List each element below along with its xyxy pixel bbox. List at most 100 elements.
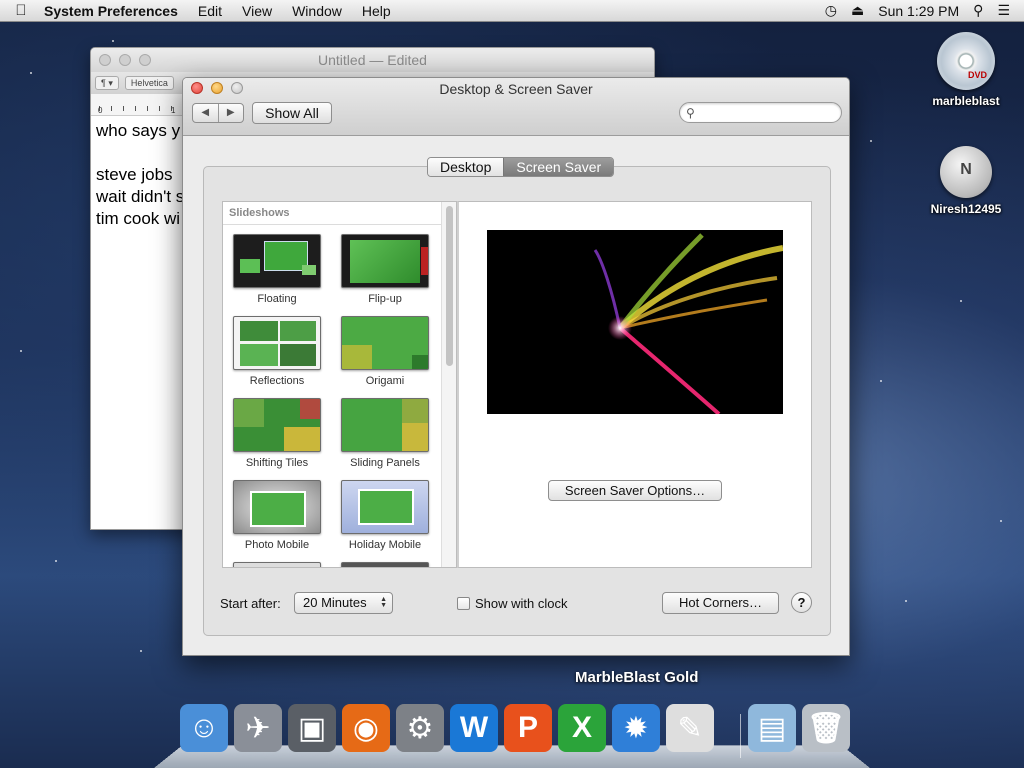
saver-label: Photo Mobile [244, 539, 310, 551]
show-with-clock-label[interactable]: Show with clock [475, 596, 567, 611]
menu-edit[interactable]: Edit [188, 3, 232, 19]
finder-icon[interactable]: ☺ [180, 704, 228, 752]
star [870, 140, 872, 142]
saver-label: Origami [365, 375, 405, 387]
prefs-titlebar[interactable]: Desktop & Screen Saver ◀ ▶ Show All ⚲ [183, 78, 849, 136]
tab-screen-saver[interactable]: Screen Saver [503, 158, 614, 176]
start-after-popup[interactable]: 20 Minutes ▲ ▼ [294, 592, 393, 614]
dvd-icon: DVD [937, 32, 995, 90]
dock-separator [740, 714, 741, 758]
menu-bar:  System Preferences Edit View Window He… [0, 0, 1024, 22]
star [112, 40, 114, 42]
image-capture-icon[interactable]: ▣ [288, 704, 336, 752]
star [905, 600, 907, 602]
menu-view[interactable]: View [232, 3, 282, 19]
star [55, 560, 57, 562]
saver-label: Flip-up [368, 293, 402, 305]
star [1000, 520, 1002, 522]
star [20, 350, 22, 352]
trash-icon[interactable]: 🗑 [802, 704, 850, 752]
firefox-icon[interactable]: ◉ [342, 704, 390, 752]
spotlight-search-icon[interactable]: ⚲ [973, 2, 983, 19]
show-with-clock-checkbox[interactable] [457, 597, 470, 610]
star [30, 72, 32, 74]
downloads-folder-icon[interactable]: ▤ [748, 704, 796, 752]
tab-bar: Desktop Screen Saver [427, 157, 615, 177]
back-arrow-icon[interactable]: ◀ [193, 104, 218, 122]
launchpad-icon[interactable]: ✈ [234, 704, 282, 752]
saver-partial-row[interactable] [331, 562, 439, 567]
word-icon[interactable]: W [450, 704, 498, 752]
menu-help[interactable]: Help [352, 3, 401, 19]
saver-thumbnail [233, 234, 321, 288]
saver-thumbnail [341, 562, 429, 567]
forward-arrow-icon[interactable]: ▶ [217, 104, 244, 122]
saver-shifting-tiles[interactable]: Shifting Tiles [223, 398, 331, 469]
textedit-titlebar[interactable]: Untitled — Edited [91, 48, 654, 72]
search-icon: ⚲ [686, 106, 695, 120]
tab-desktop[interactable]: Desktop [428, 158, 504, 176]
show-all-button[interactable]: Show All [252, 102, 332, 124]
notification-center-icon[interactable]: ☰ [997, 2, 1010, 19]
user-disk-icon: N [940, 146, 992, 198]
saver-thumbnail [341, 316, 429, 370]
list-section-header: Slideshows [223, 202, 456, 225]
apple-menu-icon[interactable]:  [0, 2, 42, 19]
menu-app-name[interactable]: System Preferences [42, 3, 188, 19]
ruler-number: 0 [98, 106, 103, 115]
excel-icon[interactable]: X [558, 704, 606, 752]
menu-clock[interactable]: Sun 1:29 PM [878, 3, 959, 19]
screen-saver-options-button[interactable]: Screen Saver Options… [548, 480, 722, 501]
show-with-clock-option[interactable]: Show with clock [457, 596, 567, 611]
preview-panel: Screen Saver Options… [457, 201, 812, 568]
saver-thumbnail [341, 480, 429, 534]
menu-window[interactable]: Window [282, 3, 352, 19]
list-scrollbar[interactable] [441, 202, 456, 567]
textedit-icon[interactable]: ✎ [666, 704, 714, 752]
desktop-icon-label: Niresh12495 [930, 202, 1002, 216]
star [880, 380, 882, 382]
start-after-label: Start after: [220, 596, 281, 611]
eject-icon[interactable]: ⏏ [851, 2, 864, 19]
help-button[interactable]: ? [791, 592, 812, 613]
font-family-popup[interactable]: Helvetica [124, 76, 174, 90]
scrollbar-thumb[interactable] [446, 206, 453, 366]
system-preferences-window[interactable]: Desktop & Screen Saver ◀ ▶ Show All ⚲ De… [182, 77, 850, 656]
hot-corners-button[interactable]: Hot Corners… [662, 592, 779, 614]
paragraph-style-popup[interactable]: ¶ ▾ [95, 76, 119, 90]
saver-holiday-mobile[interactable]: Holiday Mobile [331, 480, 439, 551]
saver-thumbnail [233, 316, 321, 370]
preview-flurry-graphic [593, 233, 783, 414]
saver-label: Floating [257, 293, 297, 305]
ruler-number: 1 [171, 106, 176, 115]
popup-arrows-icon: ▲ ▼ [380, 596, 387, 609]
saver-origami[interactable]: Origami [331, 316, 439, 387]
desktop-icon-niresh[interactable]: N Niresh12495 [921, 146, 1011, 216]
saver-photo-mobile[interactable]: Photo Mobile [223, 480, 331, 551]
desktop-icon-marbleblast[interactable]: DVD marbleblast [921, 32, 1011, 108]
search-field[interactable]: ⚲ [679, 102, 842, 123]
desktop-icon-label: marbleblast [932, 94, 1000, 108]
saver-partial-row[interactable] [223, 562, 331, 567]
powerpoint-icon[interactable]: P [504, 704, 552, 752]
saver-label: Holiday Mobile [348, 539, 422, 551]
saver-floating[interactable]: Floating [223, 234, 331, 305]
marbleblast-icon[interactable]: ✹ [612, 704, 660, 752]
saver-reflections[interactable]: Reflections [223, 316, 331, 387]
star [960, 300, 962, 302]
saver-thumbnail [341, 234, 429, 288]
textedit-title: Untitled — Edited [318, 52, 427, 68]
dock-hover-label: MarbleBlast Gold [575, 669, 699, 686]
saver-label: Sliding Panels [350, 457, 420, 469]
start-after-value: 20 Minutes [303, 595, 367, 610]
saver-sliding-panels[interactable]: Sliding Panels [331, 398, 439, 469]
time-machine-icon[interactable]: ◷ [825, 2, 837, 19]
screen-saver-list[interactable]: Slideshows Floating Flip-up Reflections … [222, 201, 457, 568]
back-forward-control: ◀ ▶ [192, 103, 244, 123]
saver-thumbnail [233, 562, 321, 567]
system-preferences-icon[interactable]: ⚙ [396, 704, 444, 752]
star [140, 650, 142, 652]
saver-label: Reflections [249, 375, 305, 387]
search-input[interactable] [702, 105, 832, 120]
saver-flip-up[interactable]: Flip-up [331, 234, 439, 305]
